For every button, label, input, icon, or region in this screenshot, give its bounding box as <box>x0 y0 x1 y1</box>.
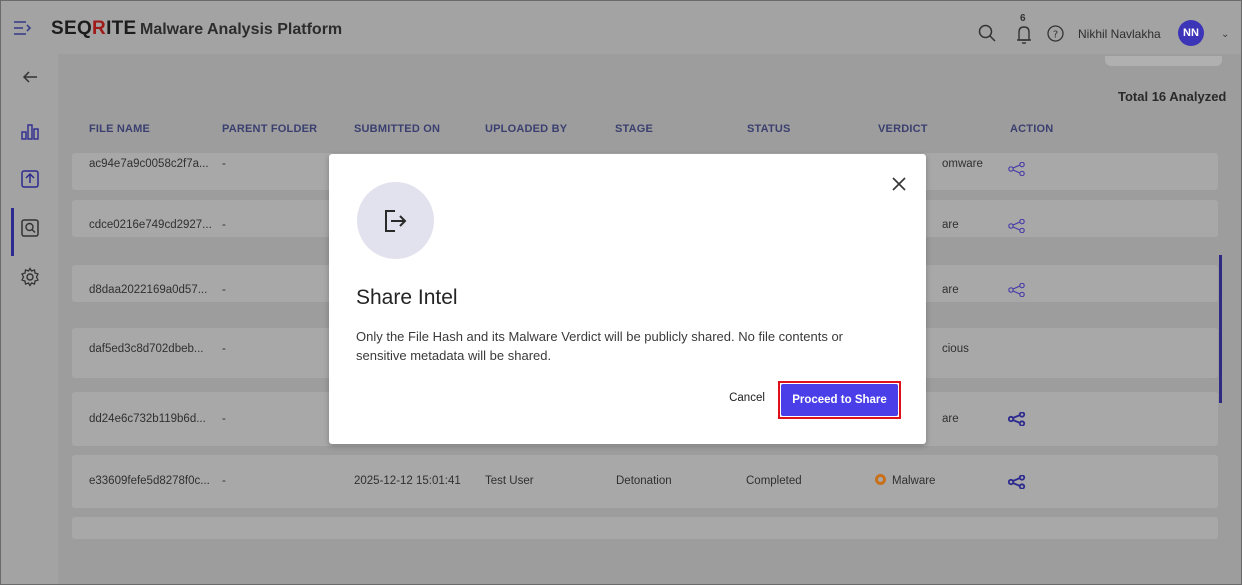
svg-text:?: ? <box>1053 30 1058 41</box>
parent-folder: - <box>222 475 226 487</box>
verdict-text: are <box>942 219 959 231</box>
verdict-text: omware <box>942 158 983 170</box>
table-header: FILE NAME PARENT FOLDER SUBMITTED ON UPL… <box>0 123 1242 137</box>
sidebar-active-indicator <box>11 208 14 256</box>
parent-folder: - <box>222 284 226 296</box>
avatar[interactable]: NN <box>1178 20 1204 46</box>
file-name[interactable]: cdce0216e749cd2927... <box>89 200 212 250</box>
toolbar-partial <box>1105 56 1222 66</box>
col-verdict[interactable]: VERDICT <box>878 123 928 135</box>
status: Completed <box>746 475 802 487</box>
col-status[interactable]: STATUS <box>747 123 791 135</box>
col-file-name[interactable]: FILE NAME <box>89 123 150 135</box>
file-name[interactable]: dd24e6c732b119b6d... <box>89 392 206 446</box>
parent-folder: - <box>222 219 226 231</box>
verdict: Malware <box>875 455 935 508</box>
app-title: Malware Analysis Platform <box>140 21 343 38</box>
file-name[interactable]: d8daa2022169a0d57... <box>89 265 207 315</box>
col-uploaded-by[interactable]: UPLOADED BY <box>485 123 567 135</box>
share-icon[interactable] <box>1008 283 1026 297</box>
malware-dot-icon <box>875 474 886 485</box>
verdict-text: are <box>942 284 959 296</box>
verdict-text: Malware <box>892 475 936 487</box>
share-icon[interactable] <box>1008 475 1026 489</box>
share-intel-modal: Share Intel Only the File Hash and its M… <box>329 154 926 444</box>
search-icon[interactable] <box>978 24 996 42</box>
modal-body: Only the File Hash and its Malware Verdi… <box>356 329 843 363</box>
verdict-text: cious <box>942 343 969 355</box>
help-icon[interactable]: ? <box>1047 25 1064 42</box>
total-analyzed: Total 16 Analyzed <box>1118 89 1227 104</box>
file-name[interactable]: ac94e7a9c0058c2f7a... <box>89 153 209 175</box>
user-name[interactable]: Nikhil Navlakha <box>1078 27 1161 41</box>
modal-title: Share Intel <box>356 286 458 309</box>
col-submitted-on[interactable]: SUBMITTED ON <box>354 123 440 135</box>
file-name[interactable]: e33609fefe5d8278f0c... <box>89 455 210 508</box>
uploaded-by: Test User <box>485 475 534 487</box>
parent-folder: - <box>222 158 226 170</box>
close-icon[interactable] <box>891 176 907 192</box>
chevron-down-icon[interactable]: ⌄ <box>1221 29 1229 40</box>
parent-folder: - <box>222 343 226 355</box>
modal-icon-badge <box>357 182 434 259</box>
menu-expand-icon[interactable] <box>13 19 35 37</box>
file-name[interactable]: daf5ed3c8d702dbeb... <box>89 328 203 370</box>
back-arrow-icon[interactable] <box>20 67 40 87</box>
upload-icon[interactable] <box>20 169 40 189</box>
bell-icon[interactable] <box>1014 16 1034 46</box>
proceed-to-share-button[interactable]: Proceed to Share <box>781 384 898 416</box>
top-bar: SEQRITE Malware Analysis Platform 6 ? Ni… <box>1 1 1241 54</box>
parent-folder: - <box>222 413 226 425</box>
share-icon[interactable] <box>1008 219 1026 233</box>
cancel-button[interactable]: Cancel <box>725 386 769 410</box>
table-row[interactable] <box>72 517 1218 539</box>
brand-logo: SEQRITE <box>51 18 137 39</box>
scrollbar[interactable] <box>1219 255 1222 403</box>
submitted-on: 2025-12-12 15:01:41 <box>354 475 461 487</box>
share-out-icon <box>385 210 407 232</box>
share-icon[interactable] <box>1008 162 1026 176</box>
verdict-text: are <box>942 413 959 425</box>
file-search-icon[interactable] <box>20 218 40 238</box>
col-stage[interactable]: STAGE <box>615 123 653 135</box>
col-action[interactable]: ACTION <box>1010 123 1053 135</box>
settings-gear-icon[interactable] <box>20 267 40 287</box>
share-icon[interactable] <box>1008 412 1026 426</box>
stage: Detonation <box>616 475 672 487</box>
table-row[interactable]: e33609fefe5d8278f0c... - 2025-12-12 15:0… <box>72 455 1218 508</box>
col-parent-folder[interactable]: PARENT FOLDER <box>222 123 317 135</box>
